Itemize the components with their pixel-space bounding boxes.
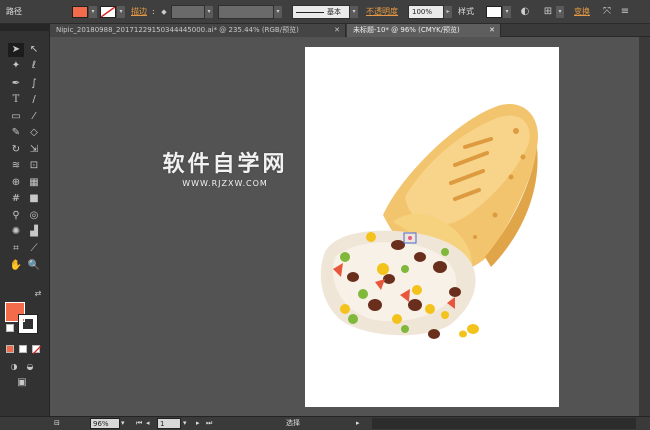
none-mode-icon[interactable] [32, 345, 42, 355]
screen-mode-icon[interactable]: ▣ [14, 376, 30, 390]
swap-fill-stroke-icon[interactable]: ⇄ [30, 287, 46, 301]
none-slash-small-icon [32, 345, 42, 355]
artboard[interactable] [305, 47, 559, 407]
curvature-tool-icon[interactable]: ∫ [26, 77, 42, 91]
rectangle-tool-icon[interactable]: ▭ [8, 110, 24, 124]
eyedropper-tool-icon[interactable]: ⚲ [8, 209, 24, 223]
brush-dropdown[interactable]: ▾ [350, 6, 358, 18]
transform-label[interactable]: 变换 [574, 4, 590, 20]
close-icon[interactable]: ✕ [334, 24, 340, 37]
opacity-input[interactable]: 100% [408, 5, 444, 19]
scale-tool-icon[interactable]: ⇲ [26, 143, 42, 157]
type-tool-icon[interactable]: T [8, 93, 24, 107]
next-artboard-icon[interactable]: ▸ [196, 418, 200, 429]
tools-panel: ➤ ↖ ✦ ℓ ✒ ∫ T / ▭ ⁄ ✎ ◇ ↻ ⇲ ≋ ⊡ ⊕ ▦ # ■ … [0, 24, 50, 416]
pencil-tool-icon[interactable]: ✎ [8, 126, 24, 140]
symbol-sprayer-tool-icon[interactable]: ✺ [8, 225, 24, 239]
align-dropdown[interactable]: ▾ [556, 6, 564, 18]
canvas-area[interactable]: 软件自学网 WWW.RJZXW.COM [50, 37, 650, 416]
tab-document-2[interactable]: 未标题-10* @ 96% (CMYK/预览) ✕ [347, 24, 501, 37]
blend-tool-icon[interactable]: ◎ [26, 209, 42, 223]
line-segment-tool-icon[interactable]: / [26, 93, 42, 107]
zoom-tool-icon[interactable]: 🔍 [26, 259, 42, 273]
paintbrush-tool-icon[interactable]: ⁄ [26, 110, 42, 124]
horizontal-scrollbar[interactable] [372, 418, 636, 429]
burrito-illustration [320, 104, 538, 339]
current-tool-status: 选择 [286, 419, 300, 427]
selection-tool-icon[interactable]: ➤ [8, 43, 24, 57]
vertical-scrollbar[interactable] [639, 37, 650, 416]
stroke-weight-stepper[interactable]: ◆ [157, 5, 171, 19]
variable-width-profile[interactable] [218, 5, 274, 19]
tab-document-2-label: 未标题-10* @ 96% (CMYK/预览) [353, 26, 460, 34]
color-mode-icon[interactable] [6, 345, 14, 353]
column-graph-tool-icon[interactable]: ▟ [26, 225, 42, 239]
status-menu-icon[interactable]: ▸ [356, 418, 360, 429]
artboard-number-field[interactable]: 1 [157, 418, 181, 429]
tab-document-1[interactable]: Nipic_20180988_20171229150344445000.ai* … [50, 24, 346, 37]
lasso-tool-icon[interactable]: ℓ [26, 59, 42, 73]
control-bar: 路径 ▾ ▾ 描边 : ◆ ▾ ▾ 基本 ▾ 不透明度 100% ▸ 样式 ▾ … [0, 0, 650, 24]
default-fill-stroke-icon[interactable] [6, 324, 14, 332]
stroke-swatch[interactable] [100, 6, 116, 18]
brush-definition[interactable]: 基本 [292, 5, 350, 19]
style-label: 样式 [458, 7, 474, 16]
status-nav-icon[interactable]: ⊟ [54, 418, 68, 429]
mesh-tool-icon[interactable]: # [8, 192, 24, 206]
hand-tool-icon[interactable]: ✋ [8, 259, 24, 273]
brush-definition-label: 基本 [327, 8, 341, 16]
stroke-weight-dropdown[interactable]: ▾ [205, 6, 213, 18]
magic-wand-tool-icon[interactable]: ✦ [8, 59, 24, 73]
status-bar: ⊟ 96% ▾ ⏮ ◂ 1 ▾ ▸ ⏭ 选择 ▸ [0, 416, 650, 430]
opacity-label[interactable]: 不透明度 [366, 4, 398, 20]
gradient-tool-icon[interactable]: ■ [26, 192, 42, 206]
free-transform-tool-icon[interactable]: ⊡ [26, 159, 42, 173]
watermark-url: WWW.RJZXW.COM [182, 179, 268, 188]
direct-selection-tool-icon[interactable]: ↖ [26, 43, 42, 57]
last-artboard-icon[interactable]: ⏭ [206, 418, 212, 429]
width-tool-icon[interactable]: ≋ [8, 159, 24, 173]
fill-swatch[interactable] [72, 6, 88, 18]
prev-artboard-icon[interactable]: ◂ [146, 418, 150, 429]
shape-builder-tool-icon[interactable]: ⊕ [8, 176, 24, 190]
gradient-mode-icon[interactable] [19, 345, 27, 353]
first-artboard-icon[interactable]: ⏮ [136, 418, 142, 429]
stroke-dropdown[interactable]: ▾ [117, 6, 125, 18]
draw-normal-icon[interactable]: ◑ [6, 360, 22, 374]
slice-tool-icon[interactable]: ⟋ [26, 242, 42, 256]
draw-behind-icon[interactable]: ◒ [22, 360, 38, 374]
artboard-dropdown-icon[interactable]: ▾ [183, 418, 187, 429]
stroke-color-box[interactable] [18, 314, 38, 334]
watermark-title: 软件自学网 [162, 152, 288, 177]
rotate-tool-icon[interactable]: ↻ [8, 143, 24, 157]
panel-menu-icon[interactable]: ≡ [618, 5, 632, 19]
brush-stroke-preview [296, 11, 324, 13]
tab-document-1-label: Nipic_20180988_20171229150344445000.ai* … [56, 26, 299, 34]
zoom-dropdown-icon[interactable]: ▾ [121, 418, 125, 429]
fill-dropdown[interactable]: ▾ [89, 6, 97, 18]
recolor-artwork-icon[interactable]: ◐ [518, 5, 532, 19]
tools-panel-grip[interactable] [0, 24, 50, 31]
none-slash-icon [100, 6, 116, 18]
perspective-grid-tool-icon[interactable]: ▦ [26, 176, 42, 190]
artboard-tool-icon[interactable]: ⌗ [8, 242, 24, 256]
zoom-level-field[interactable]: 96% [90, 418, 120, 429]
watermark: 软件自学网 WWW.RJZXW.COM [130, 146, 320, 188]
stroke-weight-input[interactable] [171, 5, 205, 19]
eraser-tool-icon[interactable]: ◇ [26, 126, 42, 140]
style-dropdown[interactable]: ▾ [503, 6, 511, 18]
document-tab-bar: Nipic_20180988_20171229150344445000.ai* … [50, 24, 650, 37]
pen-tool-icon[interactable]: ✒ [8, 77, 24, 91]
align-icon[interactable]: ⊞ [541, 5, 555, 19]
stroke-label[interactable]: 描边 [131, 4, 147, 20]
isolate-icon[interactable]: ⤧ [600, 5, 614, 19]
variable-width-dropdown[interactable]: ▾ [274, 6, 282, 18]
close-icon[interactable]: ✕ [489, 24, 495, 37]
object-type-label: 路径 [6, 7, 22, 16]
opacity-dropdown[interactable]: ▸ [444, 6, 452, 18]
stroke-colon: : [152, 7, 155, 16]
graphic-style-swatch[interactable] [486, 6, 502, 18]
